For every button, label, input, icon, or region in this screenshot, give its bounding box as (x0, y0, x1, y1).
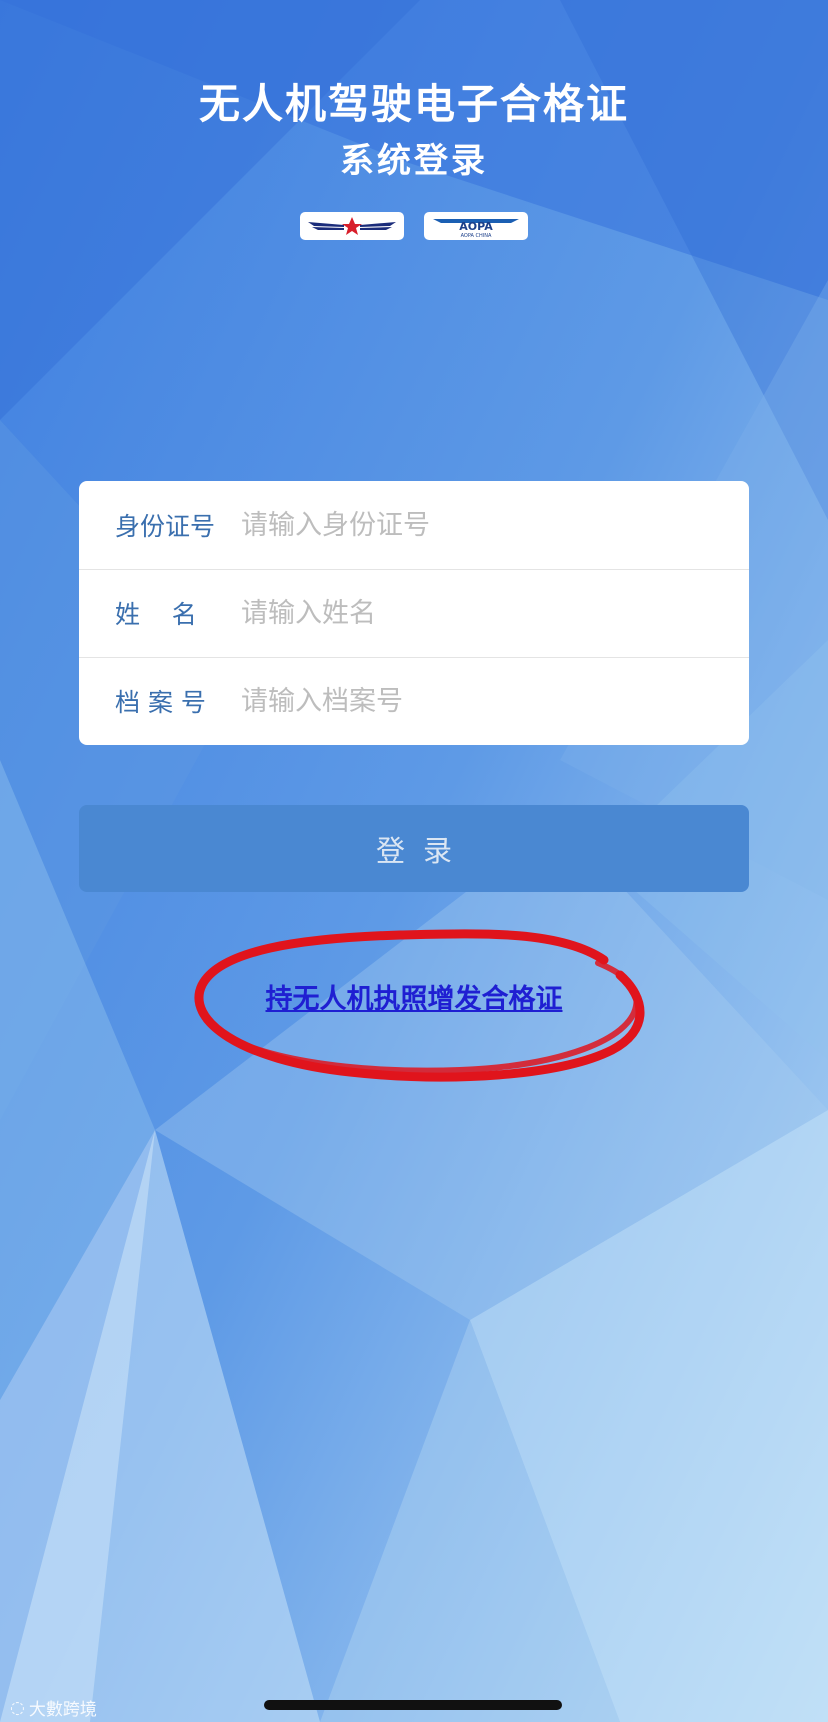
wings-icon (308, 217, 396, 235)
name-input[interactable] (241, 583, 749, 643)
name-row: 姓 名 (79, 569, 749, 657)
header: 无人机驾驶电子合格证 系统登录 (0, 78, 828, 184)
caac-logo (300, 212, 404, 240)
file-number-input[interactable] (241, 671, 749, 731)
aopa-wings-icon: AOPA AOPA CHINA (433, 219, 519, 239)
logo-row: AOPA AOPA CHINA (0, 212, 828, 240)
aopa-logo-subtext: AOPA CHINA (461, 233, 492, 239)
file-number-label: 档 案 号 (115, 688, 206, 717)
file-number-row: 档 案 号 (79, 657, 749, 745)
name-label: 姓 名 (115, 600, 197, 629)
login-button[interactable]: 登录 (79, 805, 749, 892)
id-number-label: 身份证号 (115, 512, 216, 541)
issue-certificate-link-wrap: 持无人机执照增发合格证 (0, 977, 828, 1016)
watermark-text: 大數跨境 (28, 1700, 97, 1720)
page-title: 无人机驾驶电子合格证 (199, 80, 629, 128)
watermark-logo-icon: ◌ (10, 1697, 25, 1718)
watermark: ◌ 大數跨境 (10, 1695, 97, 1721)
aopa-logo-text: AOPA (459, 220, 493, 233)
login-form: 身份证号 姓 名 档 案 号 (79, 481, 749, 745)
home-indicator[interactable] (264, 1700, 562, 1710)
issue-certificate-link[interactable]: 持无人机执照增发合格证 (266, 984, 563, 1015)
page-subtitle: 系统登录 (340, 141, 488, 181)
aopa-logo: AOPA AOPA CHINA (424, 212, 528, 240)
id-number-input[interactable] (241, 495, 749, 555)
id-number-row: 身份证号 (79, 481, 749, 569)
